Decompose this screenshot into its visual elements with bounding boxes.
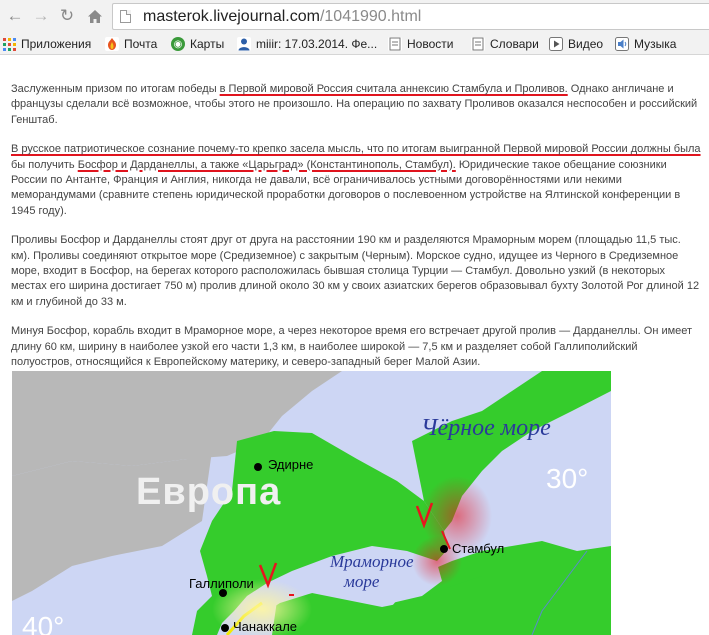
bookmark-news[interactable]: Новости xyxy=(388,35,453,53)
page-icon xyxy=(120,10,131,23)
page-icon xyxy=(388,37,402,51)
user-icon xyxy=(237,37,251,51)
video-icon xyxy=(549,37,563,51)
bookmark-label: Карты xyxy=(190,37,225,51)
back-arrow-icon[interactable]: ← xyxy=(4,5,26,27)
bookmark-label: Словари xyxy=(490,37,539,51)
bookmark-label: miiir: 17.03.2014. Фе... xyxy=(256,37,378,51)
url-text[interactable]: masterok.livejournal.com/1041990.html xyxy=(143,8,421,26)
longitude-40-label: 40° xyxy=(22,611,65,635)
reload-icon[interactable]: ↻ xyxy=(56,5,78,27)
bookmark-mail[interactable]: Почта xyxy=(105,35,157,53)
longitude-30-label: 30° xyxy=(546,463,589,494)
bookmark-label: Музыка xyxy=(634,37,677,51)
bookmark-label: Новости xyxy=(407,37,454,51)
bookmark-music[interactable]: Музыка xyxy=(615,35,676,53)
bookmark-label: Видео xyxy=(568,37,604,51)
paragraph-4: Минуя Босфор, корабль входит в Мраморное… xyxy=(11,325,693,369)
address-bar[interactable]: masterok.livejournal.com/1041990.html xyxy=(112,3,709,30)
paragraph-1: Заслуженным призом по итогам победы в Пе… xyxy=(11,83,698,126)
apps-grid-icon xyxy=(2,37,16,51)
bookmark-miiir[interactable]: miiir: 17.03.2014. Фе... xyxy=(237,35,377,53)
bookmark-label: Приложения xyxy=(21,37,92,51)
istanbul-dot xyxy=(440,545,448,553)
article-body: Заслуженным призом по итогам победы в Пе… xyxy=(11,82,701,385)
canakkale-dot xyxy=(221,624,229,632)
bookmarks-bar: Приложения Почта ◉ Карты miiir: 17.03.20… xyxy=(0,33,709,55)
istanbul-label: Стамбул xyxy=(452,541,505,556)
forward-arrow-icon[interactable]: → xyxy=(30,5,52,27)
page-icon xyxy=(471,37,485,51)
europe-label: Европа xyxy=(136,471,282,513)
edirne-dot xyxy=(254,463,262,471)
bookmark-label: Почта xyxy=(124,37,158,51)
red-underline-highlight: в Первой мировой Россия считала аннексию… xyxy=(219,83,568,95)
browser-toolbar: ← → ↻ masterok.livejournal.com/1041990.h… xyxy=(0,0,709,33)
marmara-label-line1: Мраморное xyxy=(330,552,414,571)
music-icon xyxy=(615,37,629,51)
paragraph-2: В русское патриотическое сознание почему… xyxy=(11,143,701,217)
red-underline-highlight: В русское патриотическое сознание почему… xyxy=(11,143,701,156)
paragraph-3: Проливы Босфор и Дарданеллы стоят друг о… xyxy=(11,234,700,308)
maps-icon: ◉ xyxy=(171,37,185,51)
gallipoli-label: Галлиполи xyxy=(189,576,254,591)
home-icon[interactable] xyxy=(84,5,106,27)
canakkale-label: Чанаккале xyxy=(233,619,298,634)
bookmark-video[interactable]: Видео xyxy=(549,35,603,53)
marmara-label-line2: море xyxy=(344,572,380,591)
black-sea-label: Чёрное море xyxy=(421,415,551,441)
bookmark-maps[interactable]: ◉ Карты xyxy=(171,35,224,53)
red-underline-highlight: Босфор и Дарданеллы, а также «Царьград» … xyxy=(77,158,456,171)
bookmark-dictionaries[interactable]: Словари xyxy=(471,35,539,53)
edirne-label: Эдирне xyxy=(268,457,314,472)
mail-icon xyxy=(105,37,119,51)
bookmark-apps[interactable]: Приложения xyxy=(2,35,91,53)
straits-map: Чёрное море Европа Мраморное море Эдирне… xyxy=(12,371,611,635)
